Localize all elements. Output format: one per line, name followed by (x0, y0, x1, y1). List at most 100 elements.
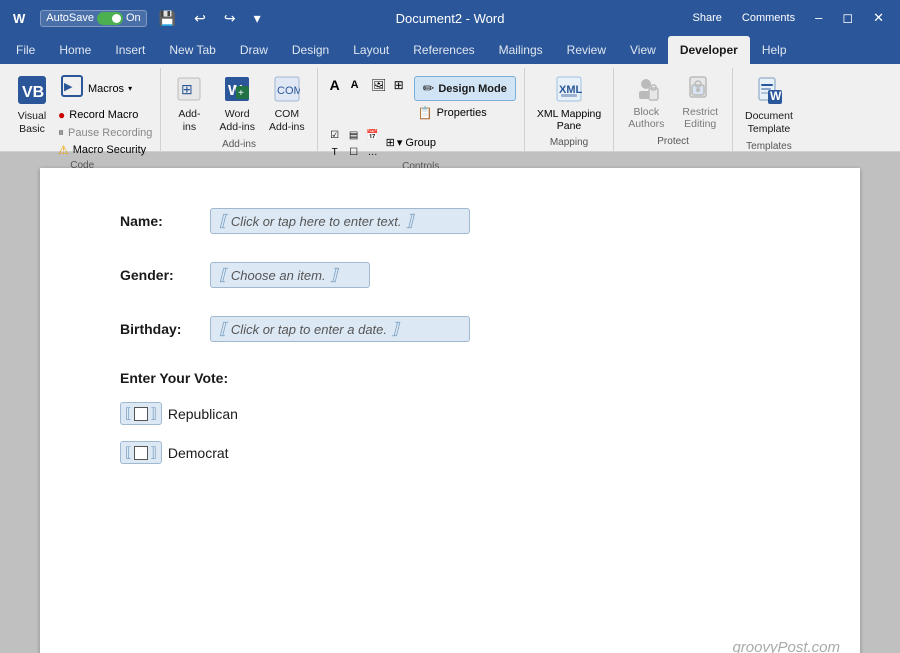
macros-area: ▶ Macros ▾ ● Record Macro ⏸ Pause Record… (56, 72, 154, 158)
autosave-label: AutoSave (46, 12, 94, 24)
macro-security-button[interactable]: ⚠ Macro Security (56, 142, 154, 158)
pause-recording-icon: ⏸ (58, 125, 64, 140)
democrat-checkbox[interactable] (134, 446, 148, 460)
customize-qat-icon[interactable]: ▾ (248, 8, 267, 29)
svg-text:COM: COM (277, 85, 300, 97)
visual-basic-label: VisualBasic (18, 110, 46, 135)
templates-group-content: W DocumentTemplate (739, 68, 799, 139)
autosave-knob (112, 14, 121, 23)
macros-label: Macros (88, 83, 124, 96)
tab-design[interactable]: Design (280, 36, 341, 64)
tab-home[interactable]: Home (47, 36, 103, 64)
word-add-ins-icon: W + (224, 76, 250, 106)
group-label: ▾ Group (397, 136, 436, 149)
mapping-group-content: XML XML MappingPane (531, 68, 607, 135)
watermark: groovyPost.com (732, 639, 840, 653)
combo-ctrl[interactable]: ▤ (345, 126, 363, 144)
small-text-btn[interactable]: A (346, 76, 364, 94)
tab-layout[interactable]: Layout (341, 36, 401, 64)
autosave-toggle-btn[interactable]: AutoSave On (40, 10, 146, 27)
com-add-ins-label: COMAdd-ins (269, 108, 305, 133)
table-ctrl-icon[interactable]: ⊞ (390, 76, 408, 94)
restore-button[interactable]: ◻ (834, 10, 861, 26)
tab-insert[interactable]: Insert (103, 36, 157, 64)
tab-file[interactable]: File (4, 36, 47, 64)
gender-field-row: Gender: Choose an item. (120, 262, 780, 288)
controls-bottom: ☑ ▤ 📅 T ☐ … ⊞ ▾ Group (326, 126, 436, 159)
tab-developer[interactable]: Developer (668, 36, 750, 64)
svg-text:⊞: ⊞ (181, 81, 193, 97)
visual-basic-icon: VB (18, 76, 46, 108)
xml-mapping-pane-button[interactable]: XML XML MappingPane (531, 72, 607, 135)
text-size-controls: A A (326, 76, 364, 94)
tab-view[interactable]: View (618, 36, 668, 64)
name-label: Name: (120, 213, 210, 229)
large-text-btn[interactable]: A (326, 76, 344, 94)
block-authors-icon (633, 75, 659, 104)
tab-help[interactable]: Help (750, 36, 799, 64)
republican-checkbox-control[interactable] (120, 402, 162, 425)
ribbon-group-templates: W DocumentTemplate Templates (733, 68, 805, 151)
restrict-editing-button[interactable]: RestrictEditing (674, 72, 726, 133)
com-add-ins-button[interactable]: COM COMAdd-ins (263, 72, 311, 137)
birthday-date-control[interactable]: Click or tap to enter a date. (210, 316, 470, 342)
group-button[interactable]: ⊞ ▾ Group (386, 136, 436, 149)
properties-button[interactable]: 📋 Properties (414, 104, 516, 122)
word-add-ins-label: WordAdd-ins (219, 108, 255, 133)
templates-group-label: Templates (746, 139, 792, 154)
design-mode-icon: ✏ (423, 80, 435, 97)
tab-review[interactable]: Review (555, 36, 618, 64)
democrat-checkbox-control[interactable] (120, 441, 162, 464)
controls-group-content: A A 🖼 ⊞ ✏ Design Mode 📋 (326, 72, 516, 159)
form-controls-grid: ☑ ▤ 📅 T ☐ … (326, 126, 382, 159)
save-icon[interactable]: 💾 (153, 8, 182, 29)
content-ctrl[interactable]: ☐ (345, 143, 363, 161)
minimize-button[interactable]: – (807, 10, 830, 25)
word-add-ins-button[interactable]: W + WordAdd-ins (213, 72, 261, 137)
image-ctrl-icon[interactable]: 🖼 (370, 76, 388, 94)
share-button[interactable]: Share (685, 10, 730, 26)
gender-label: Gender: (120, 267, 210, 283)
redo-icon[interactable]: ↪ (218, 8, 242, 29)
checkbox-ctrl[interactable]: ☑ (326, 126, 344, 144)
tab-references[interactable]: References (401, 36, 486, 64)
add-ins-button[interactable]: ⊞ Add-ins (167, 72, 211, 137)
properties-label: Properties (437, 107, 487, 119)
design-mode-label: Design Mode (438, 83, 506, 95)
design-mode-button[interactable]: ✏ Design Mode (414, 76, 516, 101)
gender-dropdown-control[interactable]: Choose an item. (210, 262, 370, 288)
addins-group-content: ⊞ Add-ins W + WordAdd-ins (167, 68, 310, 137)
ribbon-group-code: VB VisualBasic ▶ Macros ▾ ● Record Macro (4, 68, 161, 151)
visual-basic-button[interactable]: VB VisualBasic (10, 72, 54, 139)
republican-vote-row: Republican (120, 402, 780, 425)
document-template-label: DocumentTemplate (745, 110, 793, 135)
document-template-button[interactable]: W DocumentTemplate (739, 72, 799, 139)
document-page: Name: Click or tap here to enter text. G… (40, 168, 860, 653)
close-button[interactable]: ✕ (865, 10, 892, 26)
birthday-placeholder: Click or tap to enter a date. (231, 322, 387, 337)
macros-button[interactable]: ▶ Macros ▾ (56, 72, 154, 106)
tab-draw[interactable]: Draw (228, 36, 280, 64)
macro-security-label: Macro Security (73, 144, 146, 156)
tab-new-tab[interactable]: New Tab (157, 36, 227, 64)
republican-checkbox[interactable] (134, 407, 148, 421)
xml-mapping-label: XML MappingPane (537, 108, 601, 132)
democrat-vote-row: Democrat (120, 441, 780, 464)
more-ctrl[interactable]: … (364, 143, 382, 161)
text-controls: A A (326, 76, 364, 94)
name-placeholder: Click or tap here to enter text. (231, 214, 402, 229)
ribbon-group-protect: BlockAuthors RestrictEditing Protect (614, 68, 733, 151)
date-ctrl[interactable]: 📅 (364, 126, 382, 144)
name-text-control[interactable]: Click or tap here to enter text. (210, 208, 470, 234)
svg-text:+: + (238, 88, 244, 99)
text-ctrl[interactable]: T (326, 143, 344, 161)
autosave-toggle[interactable] (97, 12, 123, 25)
block-authors-button[interactable]: BlockAuthors (620, 72, 672, 133)
protect-group-label: Protect (657, 134, 689, 149)
undo-icon[interactable]: ↩ (188, 8, 212, 29)
comments-button[interactable]: Comments (734, 10, 803, 26)
block-authors-label: BlockAuthors (628, 106, 664, 130)
record-macro-button[interactable]: ● Record Macro (56, 107, 154, 123)
pause-recording-button[interactable]: ⏸ Pause Recording (56, 124, 154, 141)
tab-mailings[interactable]: Mailings (487, 36, 555, 64)
